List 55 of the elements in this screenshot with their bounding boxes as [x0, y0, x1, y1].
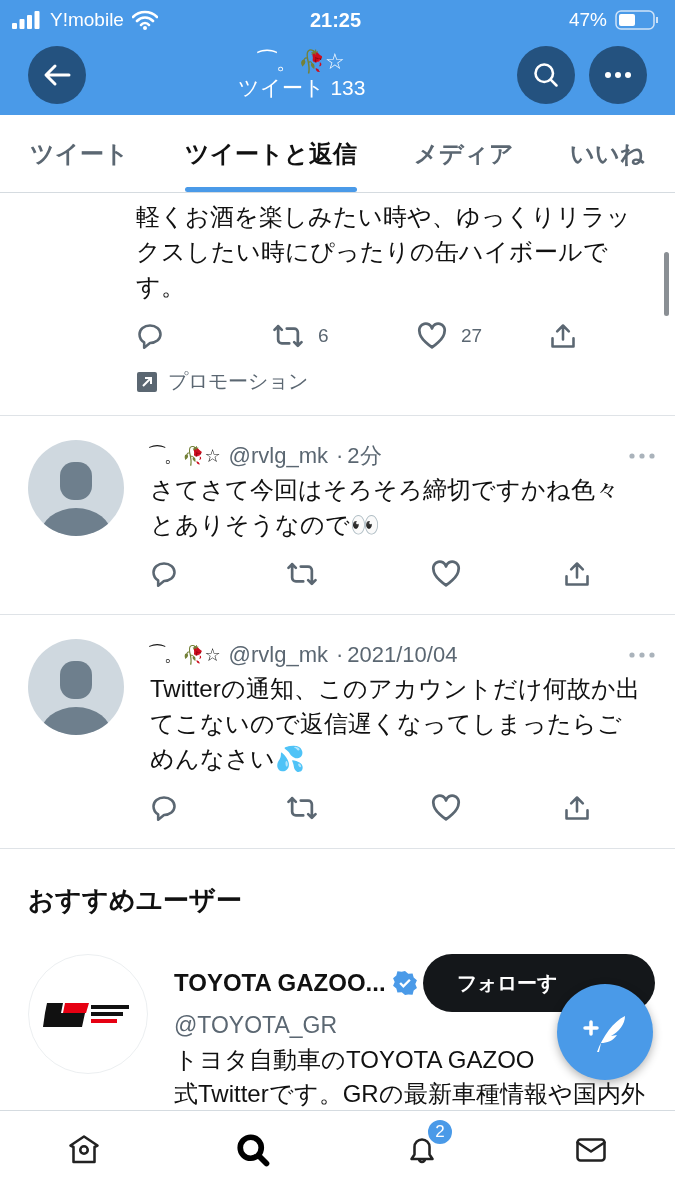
profile-name: ⁀。🥀☆ [258, 48, 345, 75]
search-icon [235, 1131, 272, 1168]
battery-icon [615, 10, 659, 30]
back-arrow-icon [43, 62, 71, 87]
notifications-tab[interactable]: 2 [389, 1117, 454, 1182]
compose-button[interactable] [557, 984, 653, 1080]
retweet-icon[interactable] [286, 794, 318, 822]
search-icon [532, 60, 560, 89]
section-title: おすすめユーザー [27, 884, 243, 917]
promoted-icon [136, 370, 158, 393]
dot-separator: · [335, 443, 344, 469]
battery-percent: 47% [568, 9, 607, 31]
back-button[interactable] [28, 45, 86, 104]
user-handle: @TOYOTA_GR [174, 1012, 338, 1039]
tab[interactable]: ツイート [10, 115, 149, 192]
carrier-name: Y!mobile [50, 9, 124, 31]
heart-icon[interactable] [431, 794, 461, 822]
tweet-text: さてさて今回はそろそろ締切ですかね色々とありそうなので👀 [150, 475, 620, 540]
display-name: ⁀。🥀☆ [150, 643, 221, 667]
user-bio: 式Twitterです。GRの最新車種情報や国内外 [174, 1079, 645, 1109]
heart-icon[interactable] [417, 322, 447, 350]
scrollbar [664, 252, 669, 316]
tweet-text: 軽くお酒を楽しみたい時や、ゆっくりリラックスしたい時にぴったりの缶ハイボールです。 [136, 202, 632, 302]
reply-icon[interactable] [150, 560, 178, 588]
share-icon[interactable] [549, 322, 577, 350]
retweet-icon[interactable] [272, 322, 304, 350]
tab[interactable]: メディア [393, 115, 534, 192]
share-icon[interactable] [563, 794, 591, 822]
handle: @rvlg_mk [228, 642, 328, 668]
signal-icon [12, 11, 42, 29]
reply-icon[interactable] [136, 322, 164, 350]
user-name: TOYOTA GAZOO... [174, 969, 386, 997]
timestamp: 2分 [347, 442, 382, 470]
like-count: 27 [461, 325, 483, 347]
heart-icon[interactable] [431, 560, 461, 588]
clock: 21:25 [309, 8, 362, 32]
search-button[interactable] [517, 45, 575, 104]
user-bio: トヨタ自動車のTOYOTA GAZOO [174, 1045, 535, 1075]
more-button[interactable] [589, 45, 647, 104]
tab[interactable]: いいね [550, 115, 665, 192]
share-icon[interactable] [563, 560, 591, 588]
tweet-text: Twitterの通知、このアカウントだけ何故か出てこないので返信遅くなってしまったらごめんなさい💦 [150, 674, 641, 774]
more-icon [605, 71, 631, 78]
display-name: ⁀。🥀☆ [150, 444, 221, 468]
reply-icon[interactable] [150, 794, 178, 822]
handle: @rvlg_mk [228, 443, 328, 469]
retweet-count: 6 [318, 325, 329, 347]
timestamp: 2021/10/04 [347, 642, 458, 668]
notification-badge: 2 [425, 1117, 454, 1146]
tab[interactable]: ツイートと返信 [165, 115, 378, 192]
retweet-icon[interactable] [286, 560, 318, 588]
promotion-label: プロモーション [168, 369, 308, 394]
wifi-icon [131, 10, 158, 30]
tweet-count: ツイート 133 [237, 74, 366, 101]
dot-separator: · [335, 642, 344, 668]
